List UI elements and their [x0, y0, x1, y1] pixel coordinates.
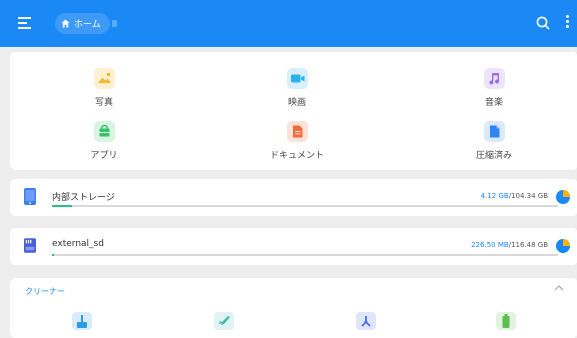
- storage-total: 104.34 GB: [511, 192, 548, 200]
- menu-icon[interactable]: [18, 17, 31, 29]
- pie-chart-icon: [556, 190, 570, 204]
- storage-progress-fill: [52, 254, 54, 256]
- chevron-up-icon[interactable]: [554, 284, 564, 292]
- sd-card-icon: [24, 238, 36, 253]
- storage-internal[interactable]: 内部ストレージ 4.12 GB/104.34 GB: [10, 179, 577, 216]
- photo-icon: [93, 68, 115, 89]
- storage-name: 内部ストレージ: [52, 193, 115, 203]
- category-label: 映画: [287, 98, 306, 108]
- rocket-icon[interactable]: [214, 312, 234, 330]
- category-archives[interactable]: 圧縮済み: [434, 121, 554, 161]
- category-photos[interactable]: 写真: [44, 68, 164, 108]
- category-movies[interactable]: 映画: [237, 68, 357, 108]
- category-label: アプリ: [90, 151, 118, 161]
- category-grid: 写真 映画 音楽 アプリ ドキュメント 圧縮済み: [10, 52, 577, 170]
- storage-size: 226.50 MB/116.48 GB: [471, 241, 548, 249]
- breadcrumb-home[interactable]: ホーム: [55, 13, 110, 34]
- music-icon: [483, 68, 505, 89]
- storage-total: 116.48 GB: [511, 241, 548, 249]
- breadcrumb-label: ホーム: [74, 20, 101, 30]
- category-label: ドキュメント: [269, 151, 324, 161]
- storage-name: external_sd: [52, 239, 104, 249]
- storage-used: 226.50 MB: [471, 241, 509, 249]
- storage-size: 4.12 GB/104.34 GB: [481, 192, 548, 200]
- storage-progress-bar: [52, 205, 558, 207]
- storage-progress-fill: [52, 205, 73, 207]
- pie-chart-icon: [556, 239, 570, 253]
- more-vert-icon[interactable]: [566, 15, 570, 31]
- cleaner-section: クリーナー: [10, 278, 577, 338]
- fan-icon[interactable]: [356, 312, 376, 330]
- home-icon: [61, 19, 70, 28]
- archive-icon: [483, 121, 505, 142]
- app-toolbar: ホーム: [0, 0, 577, 47]
- category-music[interactable]: 音楽: [434, 68, 554, 108]
- category-label: 圧縮済み: [475, 151, 512, 161]
- breadcrumb-separator: [112, 20, 117, 27]
- search-icon[interactable]: [536, 16, 550, 30]
- category-label: 音楽: [484, 98, 503, 108]
- video-icon: [286, 68, 308, 89]
- storage-external-sd[interactable]: external_sd 226.50 MB/116.48 GB: [10, 228, 577, 265]
- broom-icon[interactable]: [72, 312, 92, 330]
- storage-used: 4.12 GB: [480, 192, 509, 200]
- document-icon: [286, 121, 308, 142]
- category-label: 写真: [94, 98, 113, 108]
- category-documents[interactable]: ドキュメント: [237, 121, 357, 161]
- storage-progress-bar: [52, 254, 558, 256]
- app-icon: [93, 121, 115, 142]
- battery-icon[interactable]: [496, 312, 516, 330]
- category-apps[interactable]: アプリ: [44, 121, 164, 161]
- cleaner-title: クリーナー: [25, 287, 65, 296]
- phone-icon: [24, 188, 36, 205]
